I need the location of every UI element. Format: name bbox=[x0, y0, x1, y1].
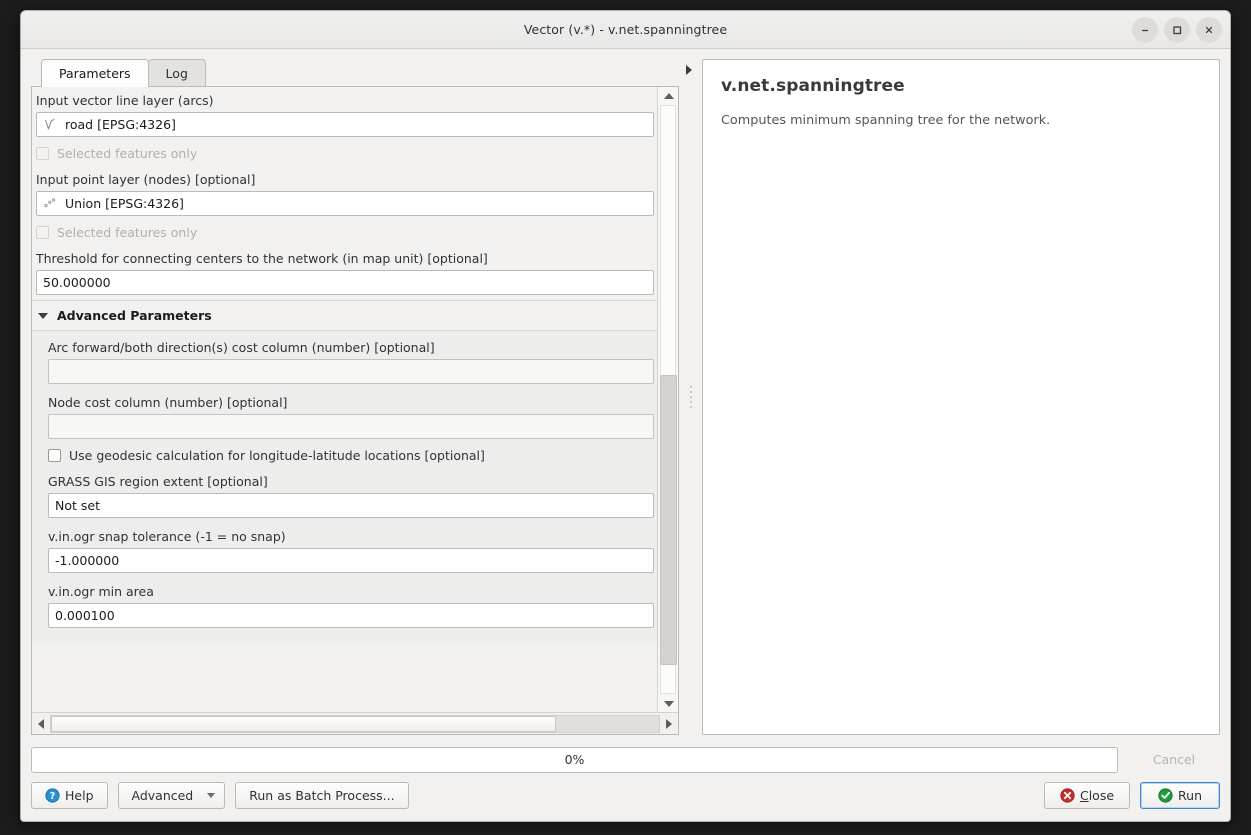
help-button[interactable]: ? Help bbox=[31, 782, 108, 809]
input-point-layer-label: Input point layer (nodes) [optional] bbox=[36, 172, 256, 187]
parameters-horizontal-scrollbar[interactable] bbox=[32, 712, 678, 734]
scroll-down-arrow-icon[interactable] bbox=[658, 695, 678, 712]
snap-tolerance-value: -1.000000 bbox=[55, 553, 120, 568]
tab-parameters-label: Parameters bbox=[59, 66, 131, 81]
param-region-extent: GRASS GIS region extent [optional] Not s… bbox=[44, 468, 658, 518]
input-line-layer-value: road [EPSG:4326] bbox=[65, 117, 176, 132]
min-area-value: 0.000100 bbox=[55, 608, 115, 623]
scroll-right-arrow-icon[interactable] bbox=[660, 713, 678, 734]
region-extent-value: Not set bbox=[55, 498, 100, 513]
param-threshold: Threshold for connecting centers to the … bbox=[32, 245, 658, 295]
window-title: Vector (v.*) - v.net.spanningtree bbox=[523, 22, 728, 37]
svg-text:?: ? bbox=[50, 791, 56, 802]
input-line-layer-combobox[interactable]: road [EPSG:4326] bbox=[36, 112, 654, 137]
arc-cost-label: Arc forward/both direction(s) cost colum… bbox=[48, 340, 435, 355]
cancel-button: Cancel bbox=[1128, 746, 1220, 773]
dialog-body: Parameters Log Input vector line layer (… bbox=[21, 49, 1230, 735]
line-layer-icon bbox=[43, 117, 58, 132]
param-min-area: v.in.ogr min area 0.000100 bbox=[44, 578, 658, 628]
pane-splitter[interactable] bbox=[679, 59, 702, 735]
param-node-cost: Node cost column (number) [optional] bbox=[44, 389, 658, 439]
advanced-menu-button[interactable]: Advanced bbox=[117, 782, 226, 809]
splitter-grip[interactable] bbox=[689, 386, 692, 408]
advanced-parameters-toggle[interactable]: Advanced Parameters bbox=[32, 300, 658, 330]
input-line-layer-label: Input vector line layer (arcs) bbox=[36, 93, 214, 108]
run-check-icon bbox=[1158, 788, 1173, 803]
param-arc-cost: Arc forward/both direction(s) cost colum… bbox=[44, 334, 658, 384]
window-controls bbox=[1132, 11, 1222, 49]
clipped-next-parameter-row bbox=[56, 633, 658, 643]
selected-features-only-2-checkbox[interactable] bbox=[36, 226, 49, 239]
threshold-input[interactable]: 50.000000 bbox=[36, 270, 654, 295]
cancel-button-label: Cancel bbox=[1152, 752, 1196, 767]
selected-features-only-1-label: Selected features only bbox=[57, 146, 198, 161]
algorithm-name: v.net.spanningtree bbox=[721, 76, 905, 96]
parameters-content: Input vector line layer (arcs) road [EPS… bbox=[32, 87, 658, 712]
processing-dialog-window: Vector (v.*) - v.net.spanningtree Parame… bbox=[20, 10, 1231, 822]
min-area-label: v.in.ogr min area bbox=[48, 584, 154, 599]
run-button-label: Run bbox=[1178, 788, 1202, 803]
title-bar: Vector (v.*) - v.net.spanningtree bbox=[21, 11, 1230, 49]
chevron-down-icon bbox=[207, 793, 216, 798]
param-snap-tolerance: v.in.ogr snap tolerance (-1 = no snap) -… bbox=[44, 523, 658, 573]
tab-bar: Parameters Log bbox=[31, 59, 679, 87]
threshold-label: Threshold for connecting centers to the … bbox=[36, 251, 488, 266]
parameters-scroll-area: Input vector line layer (arcs) road [EPS… bbox=[31, 87, 679, 735]
footer-button-row: ? Help Advanced Run as Batch Process... bbox=[31, 782, 1220, 809]
close-button[interactable] bbox=[1196, 17, 1222, 43]
input-point-layer-value: Union [EPSG:4326] bbox=[65, 196, 184, 211]
selected-features-only-1-row[interactable]: Selected features only bbox=[32, 142, 658, 166]
run-as-batch-button[interactable]: Run as Batch Process... bbox=[235, 782, 409, 809]
advanced-button-label: Advanced bbox=[131, 788, 194, 803]
advanced-parameters-label: Advanced Parameters bbox=[57, 308, 212, 323]
minimize-button[interactable] bbox=[1132, 17, 1158, 43]
help-icon: ? bbox=[45, 788, 60, 803]
vertical-scrollbar-thumb[interactable] bbox=[660, 375, 677, 665]
algorithm-description: Computes minimum spanning tree for the n… bbox=[721, 113, 1051, 128]
progress-percent-label: 0% bbox=[564, 752, 585, 767]
selected-features-only-2-label: Selected features only bbox=[57, 225, 198, 240]
geodesic-label: Use geodesic calculation for longitude-l… bbox=[69, 448, 485, 463]
selected-features-only-2-row[interactable]: Selected features only bbox=[32, 221, 658, 245]
horizontal-scrollbar-thumb[interactable] bbox=[51, 715, 556, 732]
close-circle-icon bbox=[1060, 788, 1075, 803]
dialog-footer: 0% Cancel ? Help Advanced Run as Batch P… bbox=[21, 735, 1230, 821]
selected-features-only-1-checkbox[interactable] bbox=[36, 147, 49, 160]
min-area-input[interactable]: 0.000100 bbox=[48, 603, 654, 628]
help-button-label: Help bbox=[65, 788, 94, 803]
node-cost-input[interactable] bbox=[48, 414, 654, 439]
node-cost-label: Node cost column (number) [optional] bbox=[48, 395, 288, 410]
param-input-line-layer: Input vector line layer (arcs) road [EPS… bbox=[32, 87, 658, 137]
point-layer-icon bbox=[43, 196, 58, 211]
maximize-button[interactable] bbox=[1164, 17, 1190, 43]
parameters-pane: Parameters Log Input vector line layer (… bbox=[31, 59, 679, 735]
run-button[interactable]: Run bbox=[1140, 782, 1220, 809]
arc-cost-input[interactable] bbox=[48, 359, 654, 384]
snap-tolerance-label: v.in.ogr snap tolerance (-1 = no snap) bbox=[48, 529, 286, 544]
geodesic-checkbox[interactable] bbox=[48, 449, 61, 462]
expand-right-arrow-icon[interactable] bbox=[686, 65, 692, 75]
horizontal-scrollbar-track[interactable] bbox=[50, 714, 660, 733]
algorithm-help-pane: v.net.spanningtree Computes minimum span… bbox=[702, 59, 1220, 735]
threshold-value: 50.000000 bbox=[43, 275, 111, 290]
parameters-vertical-scrollbar[interactable] bbox=[657, 87, 678, 712]
tab-parameters[interactable]: Parameters bbox=[41, 59, 149, 87]
chevron-down-icon bbox=[38, 312, 48, 319]
tab-log[interactable]: Log bbox=[147, 59, 206, 86]
tab-log-label: Log bbox=[165, 65, 188, 81]
region-extent-label: GRASS GIS region extent [optional] bbox=[48, 474, 268, 489]
snap-tolerance-input[interactable]: -1.000000 bbox=[48, 548, 654, 573]
run-as-batch-label: Run as Batch Process... bbox=[249, 788, 395, 803]
geodesic-row[interactable]: Use geodesic calculation for longitude-l… bbox=[44, 444, 658, 468]
input-point-layer-combobox[interactable]: Union [EPSG:4326] bbox=[36, 191, 654, 216]
advanced-parameters-body: Arc forward/both direction(s) cost colum… bbox=[32, 330, 658, 643]
scroll-up-arrow-icon[interactable] bbox=[658, 87, 678, 104]
close-dialog-label: Close bbox=[1079, 788, 1115, 803]
progress-bar: 0% bbox=[31, 746, 1118, 773]
close-dialog-button[interactable]: Close bbox=[1043, 782, 1131, 809]
param-input-point-layer: Input point layer (nodes) [optional] Uni… bbox=[32, 166, 658, 216]
scroll-left-arrow-icon[interactable] bbox=[32, 713, 50, 734]
region-extent-input[interactable]: Not set bbox=[48, 493, 654, 518]
progress-row: 0% Cancel bbox=[31, 746, 1220, 773]
